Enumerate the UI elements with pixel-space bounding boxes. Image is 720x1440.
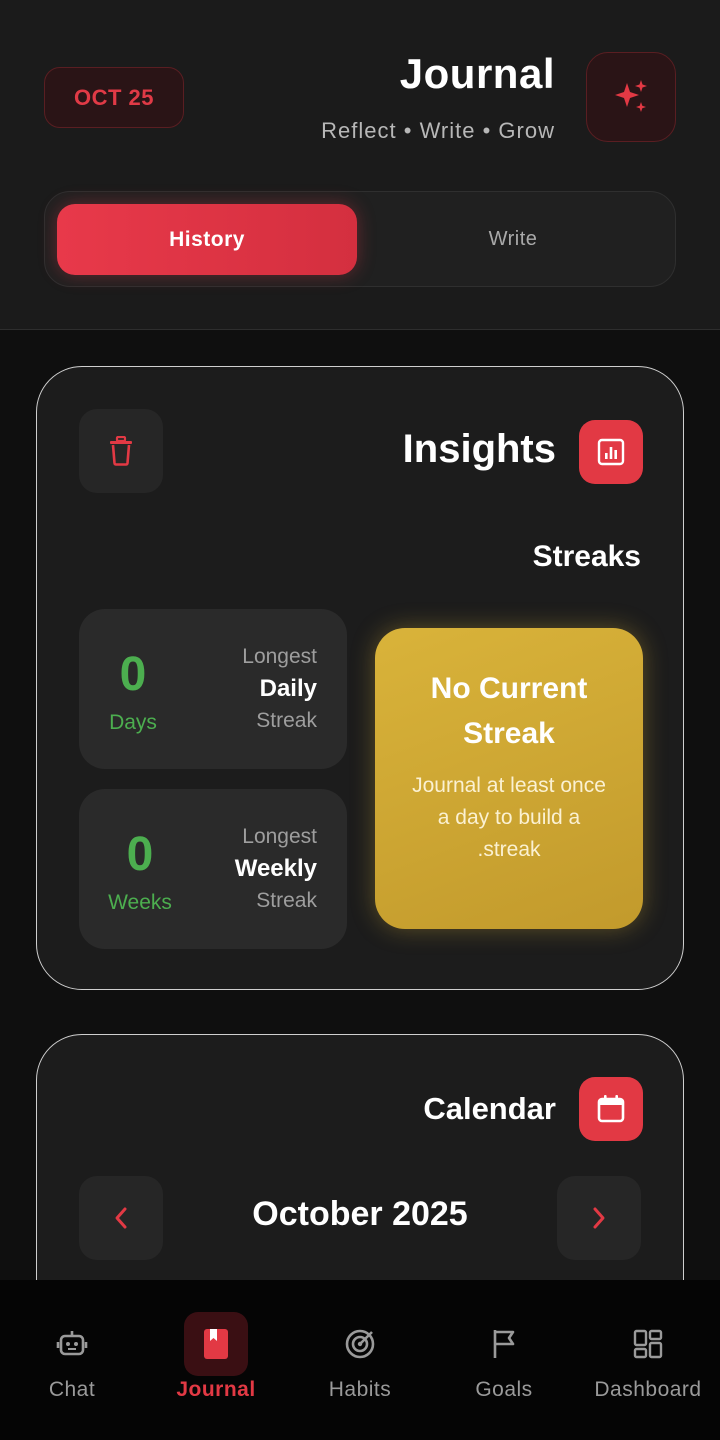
bottom-navigation: Chat Journal Habits Goals Dashboard bbox=[0, 1280, 720, 1440]
target-icon bbox=[328, 1312, 392, 1376]
daily-line-3: Streak bbox=[256, 709, 317, 732]
nav-dashboard[interactable]: Dashboard bbox=[576, 1280, 720, 1440]
chevron-right-icon bbox=[593, 1207, 605, 1229]
flag-icon bbox=[472, 1312, 536, 1376]
page-title: Journal bbox=[399, 50, 555, 97]
nav-goals[interactable]: Goals bbox=[432, 1280, 576, 1440]
delete-button[interactable] bbox=[79, 409, 163, 493]
daily-streak-label: Longest Daily Streak bbox=[242, 641, 317, 737]
longest-daily-streak: 0 Days Longest Daily Streak bbox=[79, 609, 347, 769]
weekly-line-2: Weekly bbox=[234, 855, 317, 882]
header: OCT 25 Journal Reflect • Write • Grow Hi… bbox=[0, 0, 720, 330]
insights-card: Insights Streaks 0 Days Longest Daily St… bbox=[36, 366, 684, 990]
sparkle-icon bbox=[615, 80, 647, 112]
nav-label-journal: Journal bbox=[176, 1378, 256, 1401]
tab-history[interactable]: History bbox=[57, 204, 357, 275]
nav-label-goals: Goals bbox=[475, 1378, 533, 1401]
next-month-button[interactable] bbox=[557, 1176, 641, 1260]
current-streak-text: Journal at least once a day to build a .… bbox=[412, 774, 606, 861]
current-streak-title: No Current Streak bbox=[430, 672, 588, 750]
nav-habits[interactable]: Habits bbox=[288, 1280, 432, 1440]
calendar-icon bbox=[597, 1095, 625, 1123]
streaks-heading: Streaks bbox=[532, 540, 641, 573]
insights-title: Insights bbox=[402, 427, 556, 471]
tab-write[interactable]: Write bbox=[363, 204, 663, 275]
nav-label-chat: Chat bbox=[48, 1378, 96, 1401]
current-streak-card: No Current Streak Journal at least once … bbox=[375, 628, 643, 929]
nav-chat[interactable]: Chat bbox=[0, 1280, 144, 1440]
calendar-title: Calendar bbox=[423, 1091, 556, 1126]
grid-icon bbox=[616, 1312, 680, 1376]
weekly-streak-value: 0 bbox=[126, 828, 154, 881]
page-subtitle: Reflect • Write • Grow bbox=[321, 118, 555, 143]
weekly-streak-unit: Weeks bbox=[108, 891, 172, 914]
date-badge[interactable]: OCT 25 bbox=[44, 67, 184, 128]
robot-icon bbox=[40, 1312, 104, 1376]
chart-icon bbox=[597, 438, 625, 466]
view-tabs: History Write bbox=[44, 191, 676, 287]
daily-streak-unit: Days bbox=[109, 711, 157, 734]
trash-icon bbox=[110, 436, 132, 466]
weekly-line-1: Longest bbox=[242, 825, 317, 848]
weekly-line-3: Streak bbox=[256, 889, 317, 912]
ai-sparkle-button[interactable] bbox=[586, 52, 676, 142]
daily-streak-value: 0 bbox=[119, 648, 147, 701]
daily-line-2: Daily bbox=[259, 675, 317, 702]
daily-line-1: Longest bbox=[242, 645, 317, 668]
nav-label-dashboard: Dashboard bbox=[594, 1378, 702, 1401]
weekly-streak-label: Longest Weekly Streak bbox=[235, 821, 317, 917]
nav-label-habits: Habits bbox=[328, 1378, 392, 1401]
insights-badge bbox=[579, 420, 643, 484]
longest-weekly-streak: 0 Weeks Longest Weekly Streak bbox=[79, 789, 347, 949]
nav-journal[interactable]: Journal bbox=[144, 1280, 288, 1440]
book-icon bbox=[184, 1312, 248, 1376]
calendar-badge bbox=[579, 1077, 643, 1141]
